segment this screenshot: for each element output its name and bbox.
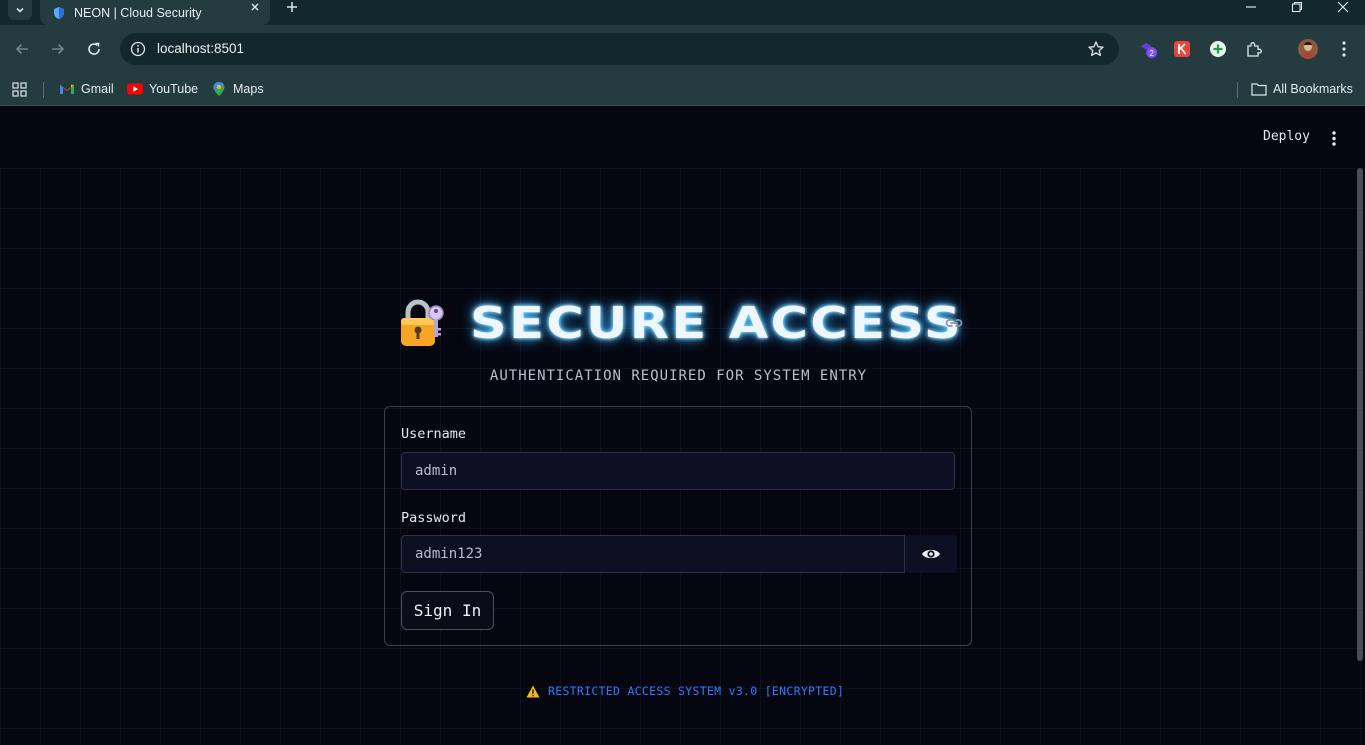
maps-icon xyxy=(211,81,227,97)
bookmark-gmail-label: Gmail xyxy=(81,82,114,96)
page-title-row: SECURE ACCESS xyxy=(396,296,963,350)
page-subtitle: AUTHENTICATION REQUIRED FOR SYSTEM ENTRY xyxy=(489,368,868,384)
lock-with-key-icon xyxy=(401,299,444,346)
youtube-icon xyxy=(127,81,143,97)
app-menu-icon[interactable] xyxy=(1324,128,1344,148)
warning-icon xyxy=(526,685,540,697)
reload-icon[interactable] xyxy=(84,39,104,59)
app-header: Deploy xyxy=(0,106,1365,168)
show-password-toggle[interactable] xyxy=(905,535,957,573)
footer-text: RESTRICTED ACCESS SYSTEM v3.0 [ENCRYPTED… xyxy=(548,684,845,698)
profile-avatar[interactable] xyxy=(1298,39,1318,59)
sign-in-button[interactable]: Sign In xyxy=(401,591,494,630)
restore-icon[interactable] xyxy=(1287,0,1307,14)
minimize-icon[interactable] xyxy=(1241,0,1261,14)
forward-arrow-icon[interactable] xyxy=(48,39,68,59)
chevron-down-icon xyxy=(16,7,24,13)
bookmark-maps[interactable]: Maps xyxy=(211,79,264,99)
extension-badge-count: 2 xyxy=(1149,49,1154,58)
all-bookmarks-label: All Bookmarks xyxy=(1273,82,1353,96)
bookmark-youtube-label: YouTube xyxy=(149,82,199,96)
new-tab-icon[interactable] xyxy=(283,0,301,14)
close-window-icon[interactable] xyxy=(1333,0,1353,14)
tab-strip: NEON | Cloud Security xyxy=(0,0,1365,25)
username-label: Username xyxy=(401,426,467,442)
eye-icon xyxy=(922,549,940,559)
bookmark-star-icon[interactable] xyxy=(1087,40,1105,58)
username-input[interactable]: admin xyxy=(401,452,955,490)
site-info-icon[interactable] xyxy=(130,41,146,57)
browser-menu-icon[interactable] xyxy=(1334,39,1354,59)
app-main: Deploy SECURE ACCESS AUTHENTICATION REQU… xyxy=(0,106,1365,745)
address-bar[interactable]: localhost:8501 xyxy=(120,33,1119,65)
login-form: Username admin Password admin123 Sign In xyxy=(384,406,972,646)
url-text: localhost:8501 xyxy=(157,41,245,56)
folder-icon xyxy=(1251,81,1267,97)
apps-grid-icon[interactable] xyxy=(12,79,27,99)
page-title: SECURE ACCESS xyxy=(470,297,964,349)
active-tab[interactable]: NEON | Cloud Security xyxy=(40,0,270,25)
tab-search-button[interactable] xyxy=(8,0,32,20)
extensions-puzzle-icon[interactable] xyxy=(1244,39,1264,59)
password-input[interactable]: admin123 xyxy=(401,535,905,573)
footer-notice: RESTRICTED ACCESS SYSTEM v3.0 [ENCRYPTED… xyxy=(526,684,844,698)
shield-icon xyxy=(52,6,66,20)
bookmarks-divider xyxy=(43,82,44,98)
bookmarks-divider-right xyxy=(1237,82,1238,98)
all-bookmarks-button[interactable]: All Bookmarks xyxy=(1251,79,1353,99)
password-label: Password xyxy=(401,510,467,526)
bookmark-maps-label: Maps xyxy=(233,82,264,96)
bookmarks-bar: Gmail YouTube Maps All Bookmarks xyxy=(0,73,1365,106)
extension-badge-icon[interactable]: 2 xyxy=(1138,39,1158,59)
link-anchor-icon[interactable] xyxy=(944,315,964,331)
tab-title: NEON | Cloud Security xyxy=(74,5,202,20)
page-scrollbar[interactable] xyxy=(1357,168,1363,661)
add-extension-icon[interactable] xyxy=(1208,39,1228,59)
back-arrow-icon[interactable] xyxy=(12,39,32,59)
browser-toolbar: localhost:8501 2 xyxy=(0,25,1365,73)
bookmark-gmail[interactable]: Gmail xyxy=(59,79,114,99)
bookmark-youtube[interactable]: YouTube xyxy=(127,79,198,99)
deploy-button[interactable]: Deploy xyxy=(1256,126,1317,147)
close-tab-icon[interactable] xyxy=(248,0,262,14)
gmail-icon xyxy=(59,81,75,97)
k-extension-icon[interactable] xyxy=(1172,39,1192,59)
